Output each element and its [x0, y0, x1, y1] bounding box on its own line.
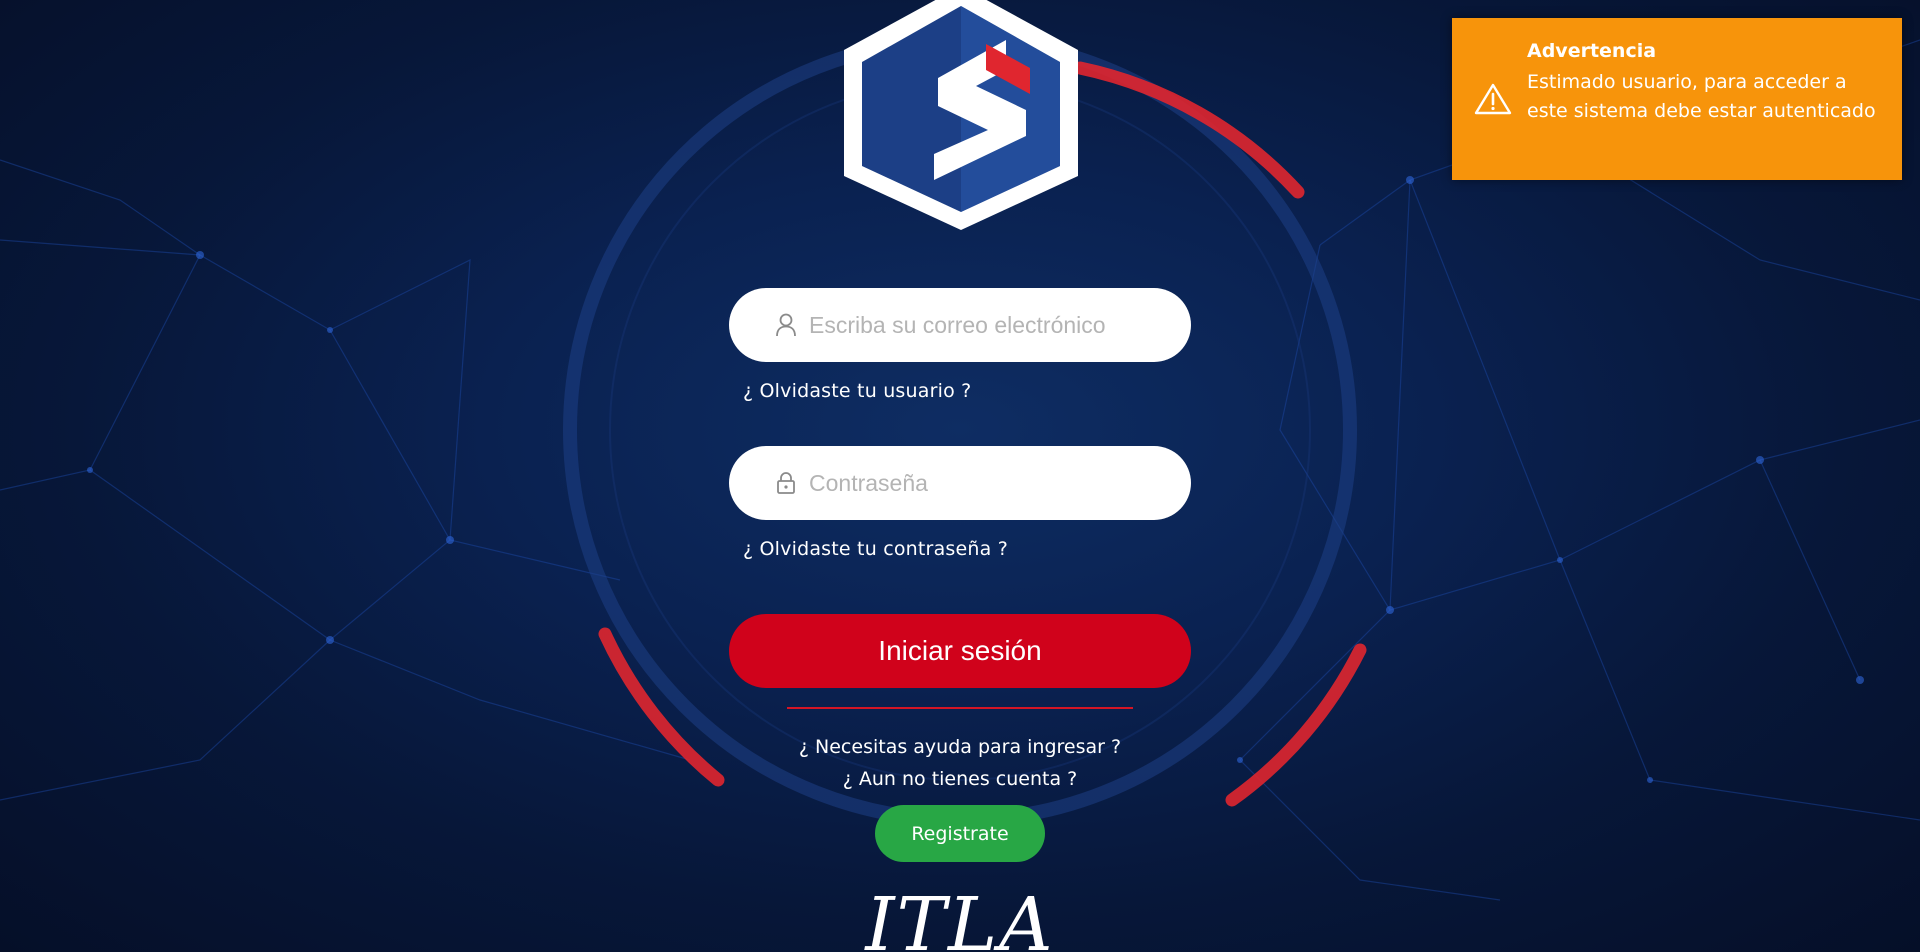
- password-input[interactable]: [809, 463, 1169, 503]
- toast-title: Advertencia: [1527, 40, 1657, 62]
- register-button[interactable]: Registrate: [875, 805, 1045, 862]
- login-help-link[interactable]: ¿ Necesitas ayuda para ingresar ?: [660, 736, 1260, 758]
- lock-icon: [773, 470, 799, 496]
- divider: [787, 707, 1133, 709]
- user-icon: [773, 312, 799, 338]
- forgot-password-link[interactable]: ¿ Olvidaste tu contraseña ?: [743, 538, 1008, 560]
- email-input[interactable]: [809, 305, 1169, 345]
- password-field[interactable]: [729, 446, 1191, 520]
- itla-wordmark: ITLA: [865, 888, 1055, 952]
- login-button[interactable]: Iniciar sesión: [729, 614, 1191, 688]
- warning-icon: [1474, 82, 1512, 116]
- no-account-text: ¿ Aun no tienes cuenta ?: [842, 768, 1078, 790]
- email-field[interactable]: [729, 288, 1191, 362]
- warning-toast[interactable]: Advertencia Estimado usuario, para acced…: [1452, 18, 1902, 180]
- forgot-username-link[interactable]: ¿ Olvidaste tu usuario ?: [743, 380, 971, 402]
- shield-s-logo: [838, 0, 1084, 234]
- toast-message: Estimado usuario, para acceder a este si…: [1527, 71, 1876, 122]
- shield-s-logo-graphic: [844, 0, 1078, 230]
